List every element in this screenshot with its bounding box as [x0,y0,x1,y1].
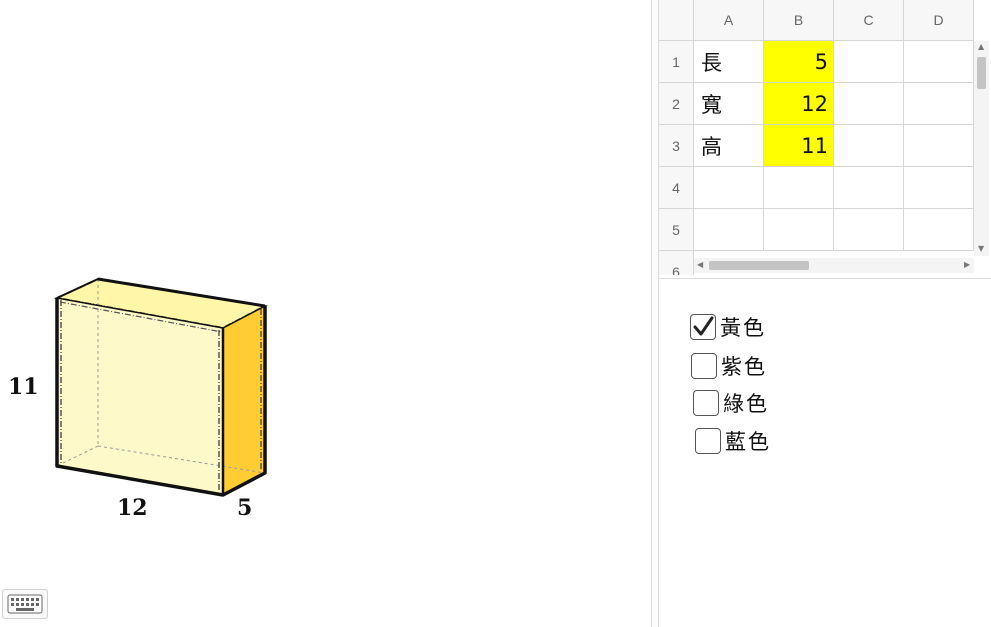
horizontal-scrollbar[interactable]: ◀ ▶ [694,258,974,273]
checkbox-blue[interactable]: 藍色 [695,426,771,456]
cell-d4[interactable] [904,167,974,209]
cell-b1[interactable]: 5 [764,41,834,83]
vertical-scrollbar[interactable]: ▲ ▼ [974,41,989,256]
row-header-5[interactable]: 5 [659,209,694,251]
scroll-up-icon[interactable]: ▲ [978,43,984,51]
height-label: 11 [8,374,39,400]
length-label: 12 [117,495,148,521]
cell-b2[interactable]: 12 [764,83,834,125]
cell-a1[interactable]: 長 [694,41,764,83]
cell-c1[interactable] [834,41,904,83]
column-header-a[interactable]: A [694,0,764,41]
checkbox-label: 紫色 [721,355,767,379]
cell-c3[interactable] [834,125,904,167]
panel-splitter[interactable] [651,0,659,627]
vertical-scroll-thumb[interactable] [977,57,986,89]
scroll-right-icon[interactable]: ▶ [964,261,970,269]
cell-c5[interactable] [834,209,904,251]
cell-d1[interactable] [904,41,974,83]
checkbox-label: 藍色 [725,430,771,454]
cell-d5[interactable] [904,209,974,251]
row-header-1[interactable]: 1 [659,41,694,83]
checkbox-label: 綠色 [723,392,769,416]
sheet-corner[interactable] [659,0,694,41]
checkbox-purple[interactable]: 紫色 [691,351,767,381]
cell-b4[interactable] [764,167,834,209]
checkbox-box[interactable] [693,390,719,416]
cell-c4[interactable] [834,167,904,209]
spreadsheet[interactable]: A B C D 1 2 3 4 5 6 長 5 寬 12 高 11 ▲ ▼ ◀ … [659,0,989,275]
cuboid[interactable] [0,0,651,627]
checkbox-box[interactable] [695,428,721,454]
cell-a2[interactable]: 寬 [694,83,764,125]
scroll-down-icon[interactable]: ▼ [978,245,984,253]
keyboard-icon [7,594,43,614]
cell-d3[interactable] [904,125,974,167]
column-header-d[interactable]: D [904,0,974,41]
cell-a5[interactable] [694,209,764,251]
cell-c2[interactable] [834,83,904,125]
row-header-3[interactable]: 3 [659,125,694,167]
checkbox-label: 黃色 [720,316,766,340]
panel-divider [659,278,991,279]
scroll-left-icon[interactable]: ◀ [697,261,703,269]
cell-b5[interactable] [764,209,834,251]
graphics-view[interactable]: 11 12 5 [0,0,651,627]
width-label: 5 [237,495,253,521]
cell-d2[interactable] [904,83,974,125]
keyboard-button[interactable] [2,589,48,619]
checkbox-box[interactable] [691,353,717,379]
column-header-b[interactable]: B [764,0,834,41]
check-icon [693,316,714,336]
checkbox-green[interactable]: 綠色 [693,388,769,418]
cell-a3[interactable]: 高 [694,125,764,167]
horizontal-scroll-thumb[interactable] [709,261,809,270]
checkbox-box[interactable] [690,314,716,340]
cell-a4[interactable] [694,167,764,209]
column-header-c[interactable]: C [834,0,904,41]
right-panel: A B C D 1 2 3 4 5 6 長 5 寬 12 高 11 ▲ ▼ ◀ … [659,0,991,627]
cuboid-side-face [223,306,265,495]
row-header-4[interactable]: 4 [659,167,694,209]
checkbox-yellow[interactable]: 黃色 [690,312,766,342]
row-header-6[interactable]: 6 [659,251,694,275]
row-header-2[interactable]: 2 [659,83,694,125]
cell-b3[interactable]: 11 [764,125,834,167]
